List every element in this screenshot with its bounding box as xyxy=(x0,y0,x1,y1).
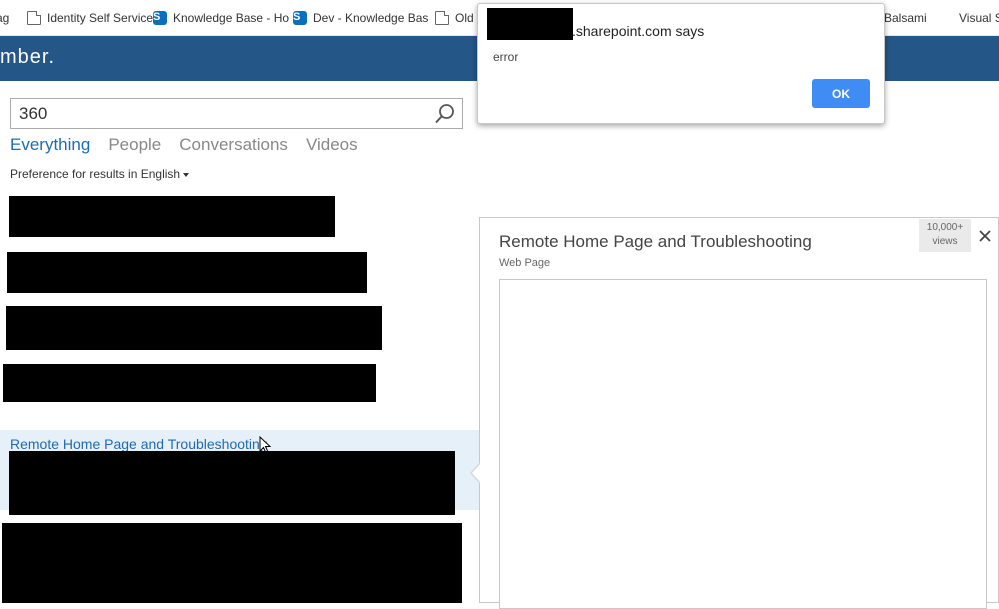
bookmark-item[interactable]: ag xyxy=(0,0,9,35)
bookmark-label: Visual St xyxy=(959,10,999,25)
search-input[interactable] xyxy=(11,99,421,128)
dialog-title: .sharepoint.com says xyxy=(572,23,705,39)
tab-videos[interactable]: Videos xyxy=(306,135,358,155)
callout-pointer-inner xyxy=(472,463,481,483)
bookmark-item[interactable]: Identity Self Service xyxy=(27,0,153,35)
views-count: 10,000+ xyxy=(926,222,964,233)
result-title-link[interactable]: Remote Home Page and Troubleshooting xyxy=(10,436,268,452)
bookmark-item[interactable]: S Dev - Knowledge Bas xyxy=(293,0,428,35)
search-box xyxy=(10,98,463,129)
preview-title[interactable]: Remote Home Page and Troubleshooting xyxy=(499,232,812,252)
ok-button[interactable]: OK xyxy=(812,79,870,108)
language-preference: Preference for results in English xyxy=(10,167,190,181)
dialog-message: error xyxy=(493,50,519,64)
brand-logo-text[interactable]: mber. xyxy=(0,46,55,69)
sharepoint-icon: S xyxy=(293,10,307,25)
bookmark-item[interactable]: Visual St xyxy=(939,0,999,35)
tab-people[interactable]: People xyxy=(108,135,161,155)
bookmark-label: Identity Self Service xyxy=(47,10,154,25)
tab-everything[interactable]: Everything xyxy=(10,135,90,155)
page-icon xyxy=(435,10,449,25)
redacted-block xyxy=(9,196,335,237)
tab-conversations[interactable]: Conversations xyxy=(179,135,288,155)
bookmark-label: Dev - Knowledge Bas xyxy=(313,10,429,25)
search-vertical-tabs: Everything People Conversations Videos xyxy=(10,135,358,155)
bookmark-label: Knowledge Base - Ho xyxy=(173,10,290,25)
redacted-block xyxy=(6,306,382,350)
redacted-block xyxy=(487,8,573,40)
bookmark-label: ag xyxy=(0,10,10,25)
microsoft-icon xyxy=(939,11,953,25)
caret-down-icon xyxy=(183,172,190,177)
redacted-block xyxy=(7,252,367,293)
redacted-block xyxy=(9,451,455,515)
preference-label: Preference for results in xyxy=(10,167,138,181)
redacted-block xyxy=(3,364,376,402)
preview-type: Web Page xyxy=(499,257,551,269)
bookmark-label: Balsami xyxy=(884,10,927,25)
close-icon[interactable] xyxy=(977,228,993,244)
sharepoint-icon: S xyxy=(153,10,167,25)
alert-dialog: .sharepoint.com says error OK xyxy=(477,3,885,124)
language-dropdown[interactable]: English xyxy=(140,167,190,181)
bookmark-item[interactable]: Old I xyxy=(435,0,480,35)
views-label: views xyxy=(932,236,958,247)
views-badge: 10,000+ views xyxy=(919,219,971,252)
redacted-block xyxy=(2,523,462,603)
bookmark-item[interactable]: Balsami xyxy=(884,0,927,35)
language-value: English xyxy=(140,167,181,181)
bookmark-item[interactable]: S Knowledge Base - Ho xyxy=(153,0,289,35)
search-icon[interactable] xyxy=(434,103,456,125)
page-icon xyxy=(27,10,41,25)
preview-frame xyxy=(499,279,987,609)
